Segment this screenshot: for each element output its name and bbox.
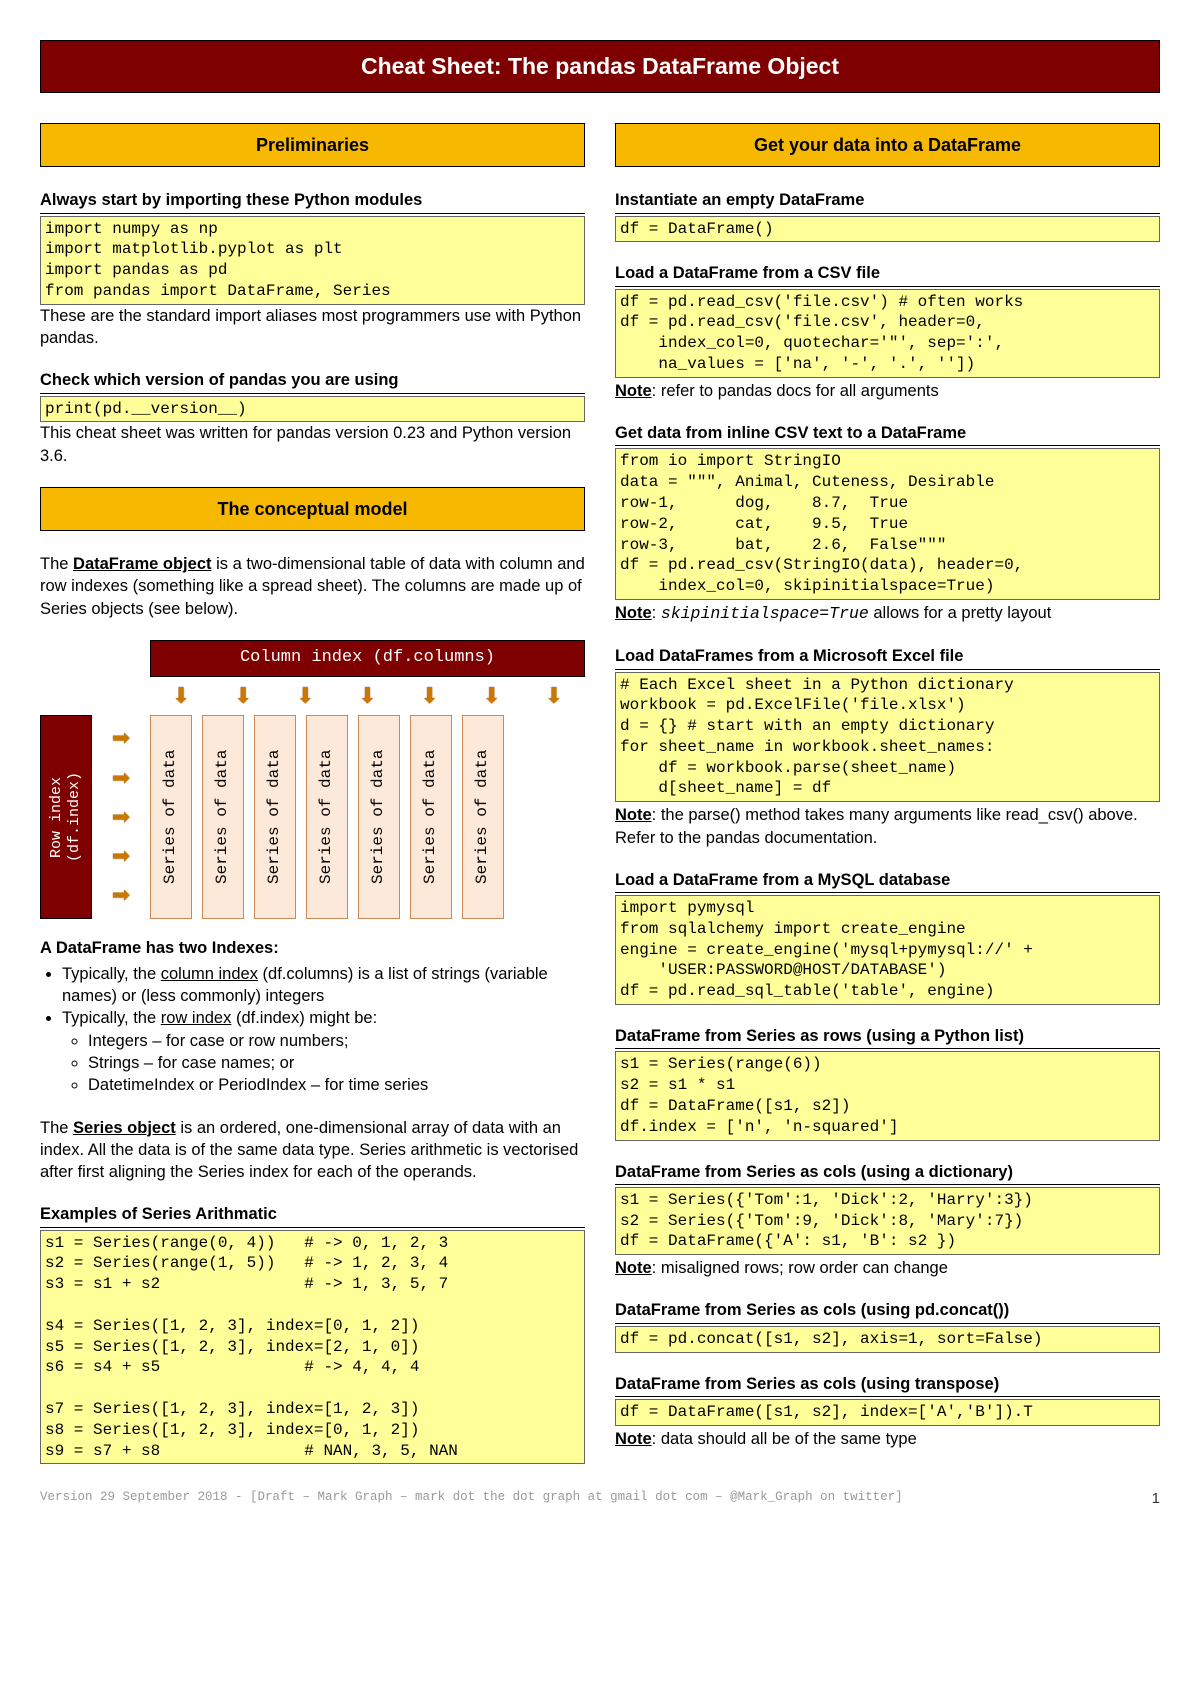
down-arrow-icon: ⬇ <box>296 681 314 711</box>
subheading: Load a DataFrame from a MySQL database <box>615 869 1160 893</box>
subheading: Get data from inline CSV text to a DataF… <box>615 422 1160 446</box>
down-arrow-icon: ⬇ <box>483 681 501 711</box>
right-arrow-icon: ➡ <box>112 723 130 753</box>
note: Note: the parse() method takes many argu… <box>615 804 1160 849</box>
diagram-column-header: Column index (df.columns) <box>150 640 585 677</box>
subheading: Always start by importing these Python m… <box>40 189 585 213</box>
code-empty-df: df = DataFrame() <box>615 216 1160 243</box>
text: The <box>40 555 73 573</box>
block-series-rows: DataFrame from Series as rows (using a P… <box>615 1025 1160 1140</box>
subheading: Load DataFrames from a Microsoft Excel f… <box>615 645 1160 669</box>
block-series-arithmetic: Examples of Series Arithmatic s1 = Serie… <box>40 1203 585 1464</box>
list-item: Typically, the column index (df.columns)… <box>62 963 585 1008</box>
block-indexes: A DataFrame has two Indexes: Typically, … <box>40 937 585 1097</box>
diagram-series-row: Series of data Series of data Series of … <box>150 715 504 919</box>
import-note: These are the standard import aliases mo… <box>40 305 585 350</box>
diagram-series-col: Series of data <box>358 715 400 919</box>
note: Note: skipinitialspace=True allows for a… <box>615 602 1160 625</box>
right-arrow-icon: ➡ <box>112 802 130 832</box>
down-arrow-icon: ⬇ <box>358 681 376 711</box>
block-series-dict: DataFrame from Series as cols (using a d… <box>615 1161 1160 1280</box>
down-arrow-icon: ⬇ <box>172 681 190 711</box>
diagram-series-col: Series of data <box>150 715 192 919</box>
footer: Version 29 September 2018 - [Draft – Mar… <box>40 1489 1160 1509</box>
diagram-series-col: Series of data <box>306 715 348 919</box>
right-arrow-icon: ➡ <box>112 763 130 793</box>
block-csv: Load a DataFrame from a CSV file df = pd… <box>615 262 1160 402</box>
content-columns: Preliminaries Always start by importing … <box>40 123 1160 1464</box>
block-series-desc: The Series object is an ordered, one-dim… <box>40 1117 585 1184</box>
diagram-down-arrows: ⬇ ⬇ ⬇ ⬇ ⬇ ⬇ ⬇ <box>150 681 585 711</box>
right-column: Get your data into a DataFrame Instantia… <box>615 123 1160 1464</box>
subheading: DataFrame from Series as cols (using tra… <box>615 1373 1160 1397</box>
diagram-series-col: Series of data <box>462 715 504 919</box>
note: Note: data should all be of the same typ… <box>615 1428 1160 1450</box>
code-series-arithmetic: s1 = Series(range(0, 4)) # -> 0, 1, 2, 3… <box>40 1230 585 1465</box>
subheading: Examples of Series Arithmatic <box>40 1203 585 1227</box>
note: Note: refer to pandas docs for all argum… <box>615 380 1160 402</box>
term-dataframe: DataFrame object <box>73 555 211 573</box>
dataframe-diagram: Column index (df.columns) ⬇ ⬇ ⬇ ⬇ ⬇ ⬇ ⬇ … <box>40 640 585 919</box>
block-dataframe-desc: The DataFrame object is a two-dimensiona… <box>40 553 585 620</box>
code-csv: df = pd.read_csv('file.csv') # often wor… <box>615 289 1160 378</box>
code-transpose: df = DataFrame([s1, s2], index=['A','B']… <box>615 1399 1160 1426</box>
list-item: Typically, the row index (df.index) migh… <box>62 1007 585 1096</box>
right-arrow-icon: ➡ <box>112 841 130 871</box>
index-list: Typically, the column index (df.columns)… <box>40 963 585 1097</box>
code-excel: # Each Excel sheet in a Python dictionar… <box>615 672 1160 803</box>
subheading: DataFrame from Series as cols (using a d… <box>615 1161 1160 1185</box>
list-item: Strings – for case names; or <box>88 1052 585 1074</box>
code-version: print(pd.__version__) <box>40 396 585 423</box>
page-title: Cheat Sheet: The pandas DataFrame Object <box>40 40 1160 93</box>
code-mysql: import pymysql from sqlalchemy import cr… <box>615 895 1160 1005</box>
diagram-series-col: Series of data <box>202 715 244 919</box>
diagram-row-header: Row index (df.index) <box>40 715 92 919</box>
block-empty-df: Instantiate an empty DataFrame df = Data… <box>615 189 1160 242</box>
subheading: DataFrame from Series as cols (using pd.… <box>615 1299 1160 1323</box>
diagram-right-arrows: ➡ ➡ ➡ ➡ ➡ <box>92 715 150 919</box>
code-concat: df = pd.concat([s1, s2], axis=1, sort=Fa… <box>615 1326 1160 1353</box>
block-excel: Load DataFrames from a Microsoft Excel f… <box>615 645 1160 849</box>
block-inline-csv: Get data from inline CSV text to a DataF… <box>615 422 1160 625</box>
block-mysql: Load a DataFrame from a MySQL database i… <box>615 869 1160 1005</box>
subheading: DataFrame from Series as rows (using a P… <box>615 1025 1160 1049</box>
block-concat: DataFrame from Series as cols (using pd.… <box>615 1299 1160 1352</box>
block-imports: Always start by importing these Python m… <box>40 189 585 349</box>
down-arrow-icon: ⬇ <box>545 681 563 711</box>
list-item: Integers – for case or row numbers; <box>88 1030 585 1052</box>
subheading: Load a DataFrame from a CSV file <box>615 262 1160 286</box>
code-series-rows: s1 = Series(range(6)) s2 = s1 * s1 df = … <box>615 1051 1160 1140</box>
note: Note: misaligned rows; row order can cha… <box>615 1257 1160 1279</box>
code-series-dict: s1 = Series({'Tom':1, 'Dick':2, 'Harry':… <box>615 1187 1160 1255</box>
section-get-data: Get your data into a DataFrame <box>615 123 1160 167</box>
subheading-indexes: A DataFrame has two Indexes: <box>40 937 585 959</box>
down-arrow-icon: ⬇ <box>234 681 252 711</box>
section-preliminaries: Preliminaries <box>40 123 585 167</box>
code-inline-csv: from io import StringIO data = """, Anim… <box>615 448 1160 600</box>
left-column: Preliminaries Always start by importing … <box>40 123 585 1464</box>
block-version: Check which version of pandas you are us… <box>40 369 585 467</box>
section-conceptual-model: The conceptual model <box>40 487 585 531</box>
subheading: Instantiate an empty DataFrame <box>615 189 1160 213</box>
footer-text: Version 29 September 2018 - [Draft – Mar… <box>40 1489 903 1509</box>
term-series: Series object <box>73 1119 176 1137</box>
list-item: DatetimeIndex or PeriodIndex – for time … <box>88 1074 585 1096</box>
page-number: 1 <box>1152 1489 1160 1509</box>
right-arrow-icon: ➡ <box>112 880 130 910</box>
diagram-series-col: Series of data <box>254 715 296 919</box>
code-imports: import numpy as np import matplotlib.pyp… <box>40 216 585 305</box>
down-arrow-icon: ⬇ <box>420 681 438 711</box>
block-transpose: DataFrame from Series as cols (using tra… <box>615 1373 1160 1450</box>
version-note: This cheat sheet was written for pandas … <box>40 422 585 467</box>
diagram-series-col: Series of data <box>410 715 452 919</box>
subheading: Check which version of pandas you are us… <box>40 369 585 393</box>
